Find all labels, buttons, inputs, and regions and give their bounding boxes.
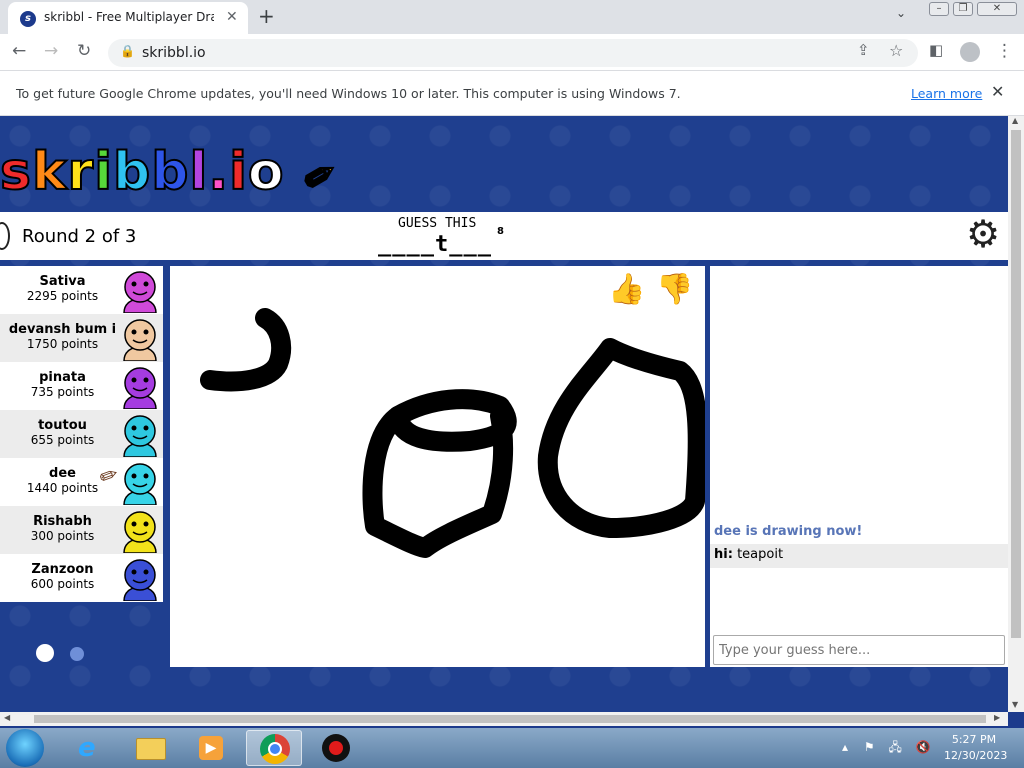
player-avatar (118, 413, 162, 458)
clock-date[interactable]: 12/30/2023 (944, 749, 1007, 762)
horizontal-scroll-thumb[interactable] (34, 715, 986, 723)
player-avatar (118, 365, 162, 410)
player-points: 600 points (30, 577, 95, 591)
tab-title: skribbl - Free Multiplayer Drawing (44, 10, 214, 24)
settings-gear-icon[interactable]: ⚙ (966, 214, 1000, 254)
action-center-flag-icon[interactable]: ⚑ (864, 740, 875, 754)
game-top-bar: Round 2 of 3 GUESS THIS ____t___ 8 ⚙ (0, 212, 1008, 260)
carousel-dot-active[interactable] (36, 644, 54, 662)
skribbl-logo: skribbl.io ✏ (0, 141, 346, 204)
thumbs-up-icon[interactable]: 👍 (608, 272, 645, 307)
word-length: 8 (497, 226, 504, 237)
player-points: 2295 points (26, 289, 99, 303)
profile-avatar-icon[interactable] (960, 42, 980, 62)
game-area: skribbl.io ✏ Round 2 of 3 GUESS THIS ___… (0, 116, 1008, 712)
update-infobar: To get future Google Chrome updates, you… (0, 70, 1024, 116)
player-points: 735 points (30, 385, 95, 399)
side-panel-icon[interactable]: ◧ (929, 41, 943, 59)
window-close-button[interactable]: ✕ (977, 2, 1017, 16)
drawing-canvas[interactable] (170, 266, 708, 667)
chrome-taskbar-icon[interactable] (246, 730, 302, 766)
lock-icon: 🔒 (120, 44, 135, 58)
url-text[interactable]: skribbl.io (142, 45, 206, 61)
record-app-icon[interactable] (308, 730, 364, 766)
bookmark-star-icon[interactable]: ☆ (889, 41, 903, 60)
stroke-hook (200, 308, 292, 392)
player-points: 300 points (30, 529, 95, 543)
volume-muted-icon[interactable]: 🔇 (916, 740, 931, 754)
player-points: 655 points (30, 433, 95, 447)
player-row[interactable]: toutou 655 points (0, 410, 163, 458)
drawing-strokes (200, 308, 708, 558)
player-row[interactable]: pinata 735 points (0, 362, 163, 410)
player-name: Zanzoon (31, 562, 94, 577)
player-name: toutou (38, 418, 87, 433)
tray-chevron-icon[interactable]: ▴ (842, 740, 848, 754)
horizontal-scrollbar[interactable]: ◀ ▶ (0, 712, 1008, 726)
player-avatar (118, 317, 162, 362)
player-name: Rishabh (33, 514, 92, 529)
reload-icon[interactable]: ↻ (77, 41, 91, 61)
tab-strip: s skribbl - Free Multiplayer Drawing ✕ +… (0, 0, 1024, 34)
infobar-message: To get future Google Chrome updates, you… (16, 86, 681, 101)
ie-icon[interactable]: e (64, 730, 120, 766)
forward-arrow-icon[interactable]: → (44, 41, 58, 61)
scroll-up-arrow-icon[interactable]: ▲ (1012, 116, 1018, 125)
guess-this-label: GUESS THIS (398, 216, 477, 231)
carousel-dot[interactable] (70, 647, 84, 661)
tab-close-icon[interactable]: ✕ (226, 9, 238, 25)
browser-toolbar: ← → ↻ 🔒 skribbl.io ⇪ ☆ ◧ ⋮ (0, 34, 1024, 70)
player-row[interactable]: Zanzoon 600 points (0, 554, 163, 602)
player-points: 1750 points (26, 337, 99, 351)
player-name: pinata (39, 370, 86, 385)
player-avatar (118, 509, 162, 554)
chat-panel: dee is drawing now! hi: teapoit (710, 266, 1008, 667)
new-tab-button[interactable]: + (258, 4, 275, 28)
system-tray[interactable]: ▴ ⚑ 🖧 🔇 (842, 738, 931, 759)
player-list: Sativa 2295 points devansh bum i 1750 point… (0, 266, 163, 602)
player-row[interactable]: Sativa 2295 points (0, 266, 163, 314)
back-arrow-icon[interactable]: ← (12, 41, 26, 61)
maximize-button[interactable]: ❐ (953, 2, 973, 16)
player-avatar (118, 461, 162, 506)
chat-system-message: dee is drawing now! (714, 524, 863, 539)
vertical-scroll-thumb[interactable] (1011, 130, 1021, 638)
scroll-down-arrow-icon[interactable]: ▼ (1012, 700, 1018, 709)
player-row[interactable]: devansh bum i 1750 points (0, 314, 163, 362)
thumbs-down-icon[interactable]: 👎 (656, 272, 693, 307)
player-row[interactable]: dee 1440 points ✏ (0, 458, 163, 506)
start-button[interactable] (6, 729, 44, 767)
tab-search-chevron-icon[interactable]: ⌄ (896, 6, 906, 20)
scroll-right-arrow-icon[interactable]: ▶ (994, 713, 1000, 722)
chat-message-text: teapoit (737, 547, 784, 562)
skribbl-favicon-icon: s (20, 11, 36, 27)
word-hint: ____t___ (378, 232, 492, 257)
windows-taskbar: e ▶ ▴ ⚑ 🖧 🔇 5:27 PM 12/30/2023 (0, 728, 1024, 768)
infobar-close-icon[interactable]: ✕ (991, 82, 1004, 101)
player-name: Sativa (39, 274, 86, 289)
guess-input[interactable] (713, 635, 1005, 665)
stroke-cup-rim (388, 389, 517, 452)
player-row[interactable]: Rishabh 300 points (0, 506, 163, 554)
network-icon[interactable]: 🖧 (888, 740, 901, 754)
media-player-icon[interactable]: ▶ (184, 730, 240, 766)
chat-message-user: hi: (714, 547, 733, 562)
chat-message: hi: teapoit (710, 544, 1008, 568)
clock-time[interactable]: 5:27 PM (944, 733, 1004, 746)
clock-icon (0, 222, 10, 250)
player-avatar (118, 557, 162, 602)
vertical-scrollbar[interactable]: ▲ ▼ (1008, 116, 1024, 712)
address-bar[interactable]: 🔒 skribbl.io (108, 39, 918, 67)
explorer-folder-icon[interactable] (124, 730, 180, 766)
minimize-button[interactable]: – (929, 2, 949, 16)
scroll-left-arrow-icon[interactable]: ◀ (4, 713, 10, 722)
menu-kebab-icon[interactable]: ⋮ (996, 41, 1013, 61)
tab-skribbl[interactable]: s skribbl - Free Multiplayer Drawing ✕ (8, 2, 248, 34)
player-avatar (118, 269, 162, 314)
stroke-teapot-body (537, 338, 708, 538)
learn-more-link[interactable]: Learn more (911, 86, 982, 101)
share-icon[interactable]: ⇪ (857, 41, 870, 59)
round-indicator: Round 2 of 3 (22, 226, 137, 247)
player-name: devansh bum i (8, 322, 117, 337)
